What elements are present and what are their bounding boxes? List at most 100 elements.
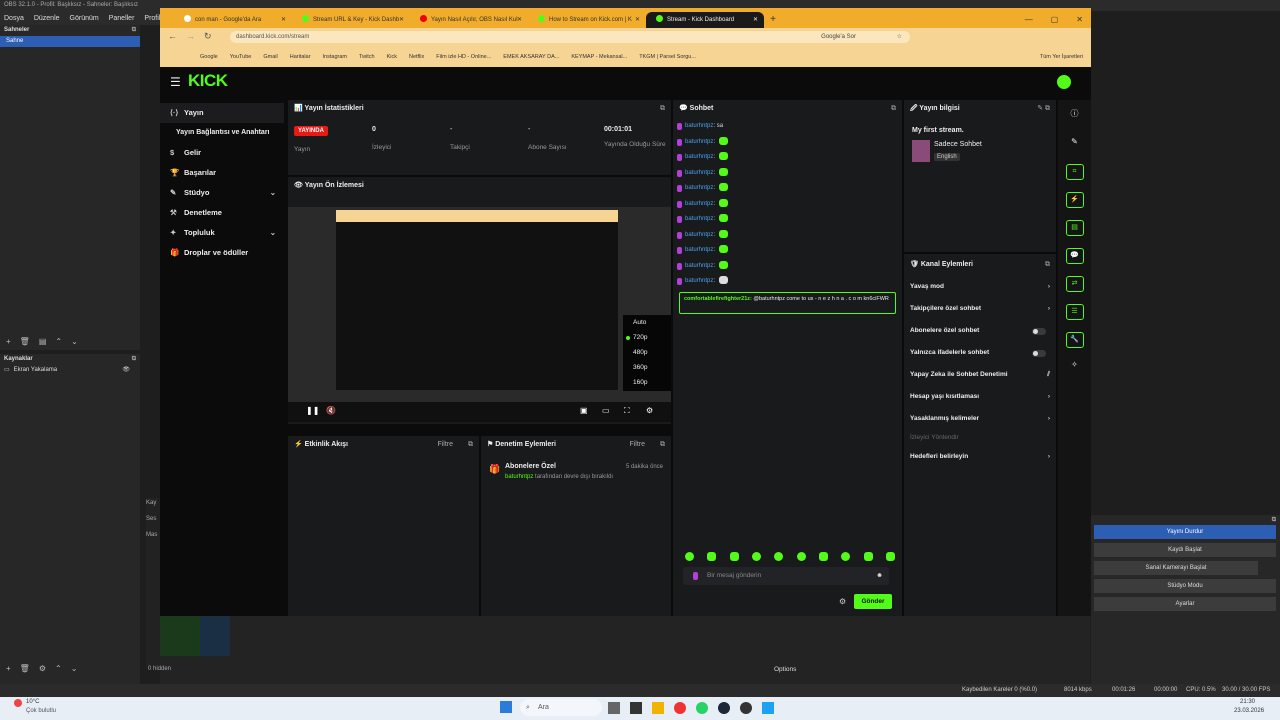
all-bookmarks[interactable]: Tüm Yer İşaretleri <box>1040 54 1083 60</box>
forward-icon[interactable]: → <box>186 31 195 41</box>
source-item[interactable]: ▭ Ekran Yakalama 👁 <box>0 365 140 376</box>
theater-icon[interactable]: ▭ <box>602 406 610 415</box>
add-icon[interactable]: + <box>6 337 11 346</box>
nav-topluluk[interactable]: ✦ Topluluk ⌄ <box>160 223 284 243</box>
pause-icon[interactable]: ❚❚ <box>306 406 319 415</box>
emote-icon[interactable] <box>796 552 806 561</box>
star-icon[interactable]: ☆ <box>897 31 902 43</box>
emote-icon[interactable] <box>729 552 739 561</box>
action-subscribers-only[interactable]: Abonelere özel sohbet <box>904 320 1056 342</box>
info-icon[interactable]: ⓘ <box>1058 108 1091 119</box>
down-icon[interactable]: ⌄ <box>71 337 78 346</box>
tab-kick-help[interactable]: How to Stream on Kick.com | K ✕ <box>528 12 646 28</box>
virtual-camera-button[interactable]: Sanal Kamerayı Başlat <box>1094 561 1258 575</box>
whatsapp-icon[interactable] <box>696 702 708 714</box>
bookmark-emek[interactable]: EMEK AKSARAY DA... <box>503 54 559 60</box>
close-icon[interactable]: ✕ <box>281 12 286 28</box>
toggle-switch[interactable] <box>1032 328 1046 335</box>
back-icon[interactable]: ← <box>168 31 177 41</box>
emoji-picker-icon[interactable]: ☻ <box>876 567 883 585</box>
tab-kick-dashboard[interactable]: Stream - Kick Dashboard ✕ <box>646 12 764 28</box>
pip-icon[interactable]: ▣ <box>580 406 588 415</box>
emote-icon[interactable] <box>863 552 873 561</box>
send-button[interactable]: Gönder <box>854 594 892 609</box>
menu-view[interactable]: Görünüm <box>70 15 99 22</box>
popout-icon[interactable]: ⧉ <box>468 436 473 453</box>
hamburger-icon[interactable]: ☰ <box>170 75 181 89</box>
nav-basarilar[interactable]: 🏆 Başarılar <box>160 163 284 183</box>
filter-button[interactable]: Filtre <box>437 436 453 453</box>
quality-option[interactable]: 360p <box>623 360 671 375</box>
trash-icon[interactable]: 🗑 <box>20 664 30 673</box>
chat-input[interactable]: Bir mesaj gönderin ☻ <box>683 567 889 585</box>
tab-stream-key[interactable]: Stream URL & Key - Kick Dashb ✕ <box>292 12 410 28</box>
bolt-icon[interactable]: ⚡ <box>1065 192 1084 208</box>
google-lens-chip[interactable]: Google'a Sor <box>821 31 856 43</box>
bookmark-film[interactable]: Film izle HD - Online... <box>436 54 491 60</box>
settings-button[interactable]: Ayarlar <box>1094 597 1276 611</box>
reload-icon[interactable]: ↻ <box>204 31 212 42</box>
popout-icon[interactable]: ✎ ⧉ <box>1037 100 1050 117</box>
down-icon[interactable]: ⌄ <box>71 664 78 673</box>
close-icon[interactable]: ✕ <box>517 12 522 28</box>
toggle-switch[interactable] <box>1032 350 1046 357</box>
up-icon[interactable]: ⌃ <box>55 664 62 673</box>
action-targets[interactable]: Hedefleri belirleyin › <box>904 446 1056 468</box>
emote-icon[interactable] <box>841 552 851 561</box>
menu-profile[interactable]: Profil <box>144 15 160 22</box>
popout-icon[interactable]: ⧉ <box>891 100 896 117</box>
nav-yayin[interactable]: ⟨·⟩ Yayın <box>160 103 284 123</box>
nav-gelir[interactable]: $ Gelir <box>160 143 284 163</box>
chrome-icon[interactable] <box>674 702 686 714</box>
chat-settings-icon[interactable]: ⚙ <box>839 597 846 606</box>
transfer-icon[interactable]: ⇄ <box>1065 276 1084 292</box>
filter-icon[interactable]: ▤ <box>39 337 47 346</box>
popout-icon[interactable]: ⧉ <box>660 100 665 117</box>
bookmark-instagram[interactable]: Instagram <box>323 54 347 60</box>
chat-icon[interactable]: 💬 <box>1065 248 1084 264</box>
gear-icon[interactable]: ⚙ <box>39 664 46 673</box>
layout-icon[interactable]: ⌗ <box>1065 164 1084 180</box>
emote-icon[interactable] <box>885 552 895 561</box>
bookmark-tkgm[interactable]: TKGM | Parsel Sorgu... <box>639 54 696 60</box>
bookmark-keymap[interactable]: KEYMAP - Mekansal... <box>571 54 627 60</box>
tools-icon[interactable]: ✧ <box>1058 360 1091 369</box>
start-recording-button[interactable]: Kaydı Başlat <box>1094 543 1276 557</box>
steam-icon[interactable] <box>718 702 730 714</box>
mute-icon[interactable]: 🔇 <box>326 406 336 415</box>
tab-google-search[interactable]: con man - Google'da Ara ✕ <box>174 12 292 28</box>
bookmark-kick[interactable]: Kick <box>387 54 397 60</box>
bookmark-gmail[interactable]: Gmail <box>263 54 277 60</box>
video-player[interactable]: Auto 720p 480p 360p 160p ❚❚ 🔇 ▣ ▭ ⛶ ⚙ <box>288 207 671 422</box>
quality-option[interactable]: 160p <box>623 375 671 390</box>
action-followers-only[interactable]: Takipçilere özel sohbet › <box>904 298 1056 320</box>
action-slow-mode[interactable]: Yavaş mod › <box>904 276 1056 298</box>
nav-studyo[interactable]: ✎ Stüdyo ⌄ <box>160 183 284 203</box>
action-account-age[interactable]: Hesap yaşı kısıtlaması › <box>904 386 1056 408</box>
emote-icon[interactable] <box>685 552 694 561</box>
taskbar-search[interactable]: ⌕ Ara <box>520 699 602 716</box>
new-tab-button[interactable]: + <box>764 12 782 28</box>
popout-icon[interactable]: ⧉ <box>660 436 665 453</box>
trash-icon[interactable]: 🗑 <box>20 337 30 346</box>
list-icon[interactable]: ☰ <box>1065 304 1084 320</box>
clipboard-icon[interactable]: ▤ <box>1065 220 1084 236</box>
action-banned-words[interactable]: Yasaklanmış kelimeler › <box>904 408 1056 430</box>
wrench-icon[interactable]: 🔧 <box>1065 332 1084 348</box>
action-ai-moderation[interactable]: Yapay Zeka ile Sohbet Denetimi ⫽ <box>904 364 1056 386</box>
bookmark-youtube[interactable]: YouTube <box>230 54 252 60</box>
close-icon[interactable]: ✕ <box>753 12 758 28</box>
fullscreen-icon[interactable]: ⛶ <box>624 406 630 416</box>
action-emotes-only[interactable]: Yalnızca ifadelerle sohbet <box>904 342 1056 364</box>
explorer-icon[interactable] <box>630 702 642 714</box>
quality-option-selected[interactable]: 720p <box>623 330 671 345</box>
task-view-icon[interactable] <box>608 702 620 714</box>
emote-icon[interactable] <box>751 552 761 561</box>
windows-start-icon[interactable] <box>500 701 512 713</box>
popout-icon[interactable]: ⧉ <box>1045 254 1050 276</box>
close-window-icon[interactable]: ✕ <box>1076 12 1083 28</box>
quality-option[interactable]: Auto <box>623 315 671 330</box>
emote-icon[interactable] <box>707 552 717 561</box>
app-icon[interactable] <box>762 702 774 714</box>
close-icon[interactable]: ✕ <box>635 12 640 28</box>
